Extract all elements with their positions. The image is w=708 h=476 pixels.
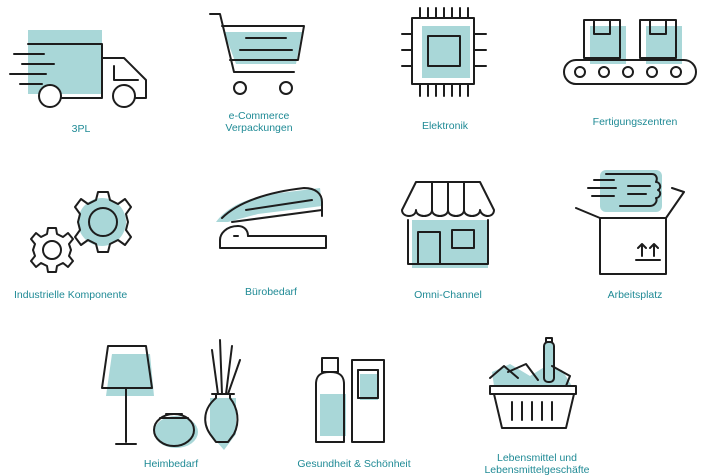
category-label: Bürobedarf bbox=[245, 286, 297, 298]
cosmetics-bottles-icon bbox=[315, 357, 385, 443]
shopping-cart-icon bbox=[209, 13, 305, 95]
category-label: Heimbedarf bbox=[143, 458, 199, 470]
home-decor-icon bbox=[101, 339, 241, 450]
category-label: Fertigungszentren bbox=[592, 116, 678, 128]
open-box-icon bbox=[575, 170, 685, 275]
category-label: Omni-Channel bbox=[414, 289, 482, 301]
category-label: Arbeitsplatz bbox=[607, 289, 663, 301]
category-label: Gesundheit & Schönheit bbox=[297, 458, 411, 470]
grocery-basket-icon bbox=[489, 337, 577, 429]
category-label: Lebensmittel und Lebensmittelgeschäfte bbox=[484, 452, 590, 476]
storefront-icon bbox=[401, 181, 495, 268]
category-label: Elektronik bbox=[421, 120, 469, 132]
category-label: e-Commerce Verpackungen bbox=[225, 110, 293, 134]
category-label: 3PL bbox=[71, 123, 91, 135]
conveyor-belt-icon bbox=[563, 19, 697, 85]
stapler-icon bbox=[216, 187, 327, 249]
gears-icon bbox=[30, 191, 132, 273]
microchip-icon bbox=[401, 7, 487, 97]
category-label: Industrielle Komponente bbox=[14, 289, 128, 301]
delivery-truck-icon bbox=[9, 30, 147, 108]
